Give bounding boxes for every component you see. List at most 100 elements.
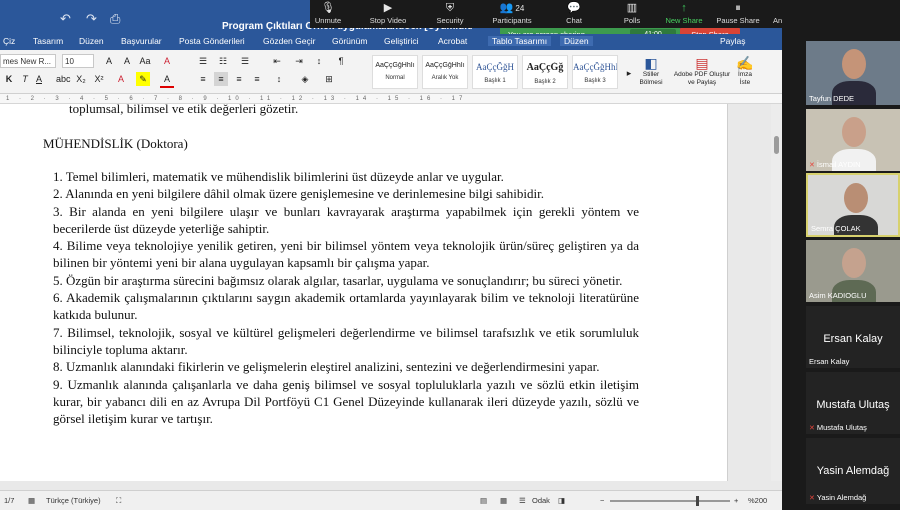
participant-name-label: Ersan Kalay bbox=[809, 357, 850, 366]
highlight-icon[interactable]: ✎ bbox=[136, 72, 150, 86]
font-size-select[interactable]: 10 bbox=[62, 54, 94, 68]
font-name-select[interactable]: mes New R... bbox=[0, 54, 56, 68]
annotate-button[interactable]: ✎Annotate bbox=[758, 0, 782, 28]
align-center-icon[interactable]: ≡ bbox=[214, 72, 228, 86]
decrease-indent-icon[interactable]: ⇤ bbox=[270, 54, 284, 68]
print-icon[interactable]: ⎙ bbox=[110, 11, 120, 27]
vertical-scrollbar[interactable] bbox=[771, 104, 782, 481]
outcome-item: 6. Akademik çalışmalarının çıktılarını s… bbox=[53, 290, 639, 323]
undo-icon[interactable]: ↶ bbox=[60, 11, 71, 27]
person-head bbox=[842, 117, 866, 147]
styles-more-icon[interactable]: ▸ bbox=[622, 66, 636, 80]
chat-button[interactable]: 💬 Chat bbox=[544, 0, 604, 28]
participant-tile[interactable]: Yasin Alemdağ ✕ Yasin Alemdağ bbox=[806, 438, 900, 504]
zoom-in-icon[interactable]: + bbox=[734, 496, 738, 505]
ruler-marks: 1 · 2 · 3 · 4 · 5 · 6 · 7 · 8 · 9 · 10 ·… bbox=[6, 96, 467, 102]
show-marks-icon[interactable]: ¶ bbox=[334, 54, 348, 68]
menu-tab-6[interactable]: Gözden Geçir bbox=[263, 36, 315, 46]
share-menu-button[interactable]: Paylaş bbox=[720, 36, 746, 46]
font-color-icon[interactable]: A bbox=[160, 72, 174, 88]
participant-tile[interactable]: Semra ÇOLAK bbox=[806, 173, 900, 237]
participant-tile[interactable]: ✕ İsmail AYDIN bbox=[806, 109, 900, 171]
zoom-level[interactable]: %200 bbox=[748, 496, 767, 505]
participant-tile[interactable]: Asim KADIOGLU bbox=[806, 240, 900, 302]
bold-icon[interactable]: K bbox=[2, 72, 16, 86]
justify-icon[interactable]: ≡ bbox=[250, 72, 264, 86]
style-heading-3[interactable]: AaÇçĞğHhI Başlık 3 bbox=[572, 55, 618, 89]
participants-button[interactable]: 👥 24 Participants bbox=[482, 0, 542, 28]
styles-pane-button[interactable]: ◧ Stiller Bölmesi bbox=[636, 55, 666, 87]
redo-icon[interactable]: ↷ bbox=[86, 11, 97, 27]
menu-tab-3[interactable]: Düzen bbox=[79, 36, 104, 46]
language-indicator[interactable]: Türkçe (Türkiye) bbox=[46, 496, 101, 505]
sort-icon[interactable]: ↕ bbox=[312, 54, 326, 68]
grow-font-icon[interactable]: A bbox=[102, 54, 116, 68]
read-mode-icon[interactable]: ▤ bbox=[480, 496, 487, 505]
menu-tab-2[interactable]: Tasarım bbox=[33, 36, 63, 46]
style-heading-2[interactable]: AaÇçĞğ Başlık 2 bbox=[522, 55, 568, 89]
new-share-button[interactable]: ↑ New Share bbox=[654, 0, 714, 28]
menu-tab-11[interactable]: Düzen bbox=[560, 36, 593, 46]
scrollbar-thumb[interactable] bbox=[774, 136, 779, 154]
stop-video-button[interactable]: ▶ Stop Video bbox=[358, 0, 418, 28]
style-name: Normal bbox=[385, 75, 405, 81]
style-heading-1[interactable]: AaÇçĞğH Başlık 1 bbox=[472, 55, 518, 89]
document-page[interactable]: toplumsal, bilimsel ve etik değerleri gö… bbox=[0, 104, 728, 481]
superscript-icon[interactable]: X² bbox=[92, 72, 106, 86]
menu-tab-4[interactable]: Başvurular bbox=[121, 36, 162, 46]
participant-name-label: İsmail AYDIN bbox=[816, 160, 861, 169]
proofing-icon[interactable]: ▦ bbox=[28, 496, 35, 505]
style-name: Başlık 2 bbox=[534, 79, 556, 85]
italic-icon[interactable]: T bbox=[18, 72, 32, 86]
participant-name-large: Ersan Kalay bbox=[823, 333, 883, 345]
accessibility-icon[interactable]: ⛶ bbox=[116, 496, 121, 506]
adobe-pdf-button[interactable]: ▤ Adobe PDF Oluştur ve Paylaş bbox=[672, 55, 732, 87]
web-layout-icon[interactable]: ◨ bbox=[558, 496, 565, 505]
align-right-icon[interactable]: ≡ bbox=[232, 72, 246, 86]
menu-tab-9[interactable]: Acrobat bbox=[438, 36, 467, 46]
increase-indent-icon[interactable]: ⇥ bbox=[292, 54, 306, 68]
unmute-button[interactable]: 🎙 Unmute bbox=[298, 0, 358, 28]
menu-tab-10[interactable]: Tablo Tasarımı bbox=[488, 36, 552, 46]
subscript-icon[interactable]: X₂ bbox=[74, 72, 88, 86]
page-count[interactable]: 1/7 bbox=[4, 496, 14, 505]
text-effects-icon[interactable]: A bbox=[114, 72, 128, 86]
line-spacing-icon[interactable]: ↕ bbox=[272, 72, 286, 86]
polls-button[interactable]: ▥ Polls bbox=[602, 0, 662, 28]
menu-tab-1[interactable]: Çiz bbox=[3, 36, 15, 46]
focus-mode-label[interactable]: Odak bbox=[532, 496, 550, 505]
style-normal[interactable]: AaÇçĞğHhIı Normal bbox=[372, 55, 418, 89]
request-signature-button[interactable]: ✍ İmza İste bbox=[734, 55, 756, 87]
menu-tab-7[interactable]: Görünüm bbox=[332, 36, 367, 46]
horizontal-ruler[interactable]: 1 · 2 · 3 · 4 · 5 · 6 · 7 · 8 · 9 · 10 ·… bbox=[0, 94, 782, 104]
focus-icon[interactable]: ☰ bbox=[519, 496, 526, 505]
menu-tab-5[interactable]: Posta Gönderileri bbox=[179, 36, 245, 46]
participant-tile[interactable]: Tayfun DEDE bbox=[806, 41, 900, 105]
zoom-slider[interactable] bbox=[610, 500, 730, 502]
zoom-out-icon[interactable]: − bbox=[600, 496, 604, 505]
style-name: Aralık Yok bbox=[431, 75, 459, 81]
borders-icon[interactable]: ⊞ bbox=[322, 72, 336, 86]
toolbar-label: Security bbox=[436, 16, 464, 25]
previous-line-fragment: toplumsal, bilimsel ve etik değerleri gö… bbox=[69, 104, 299, 116]
print-layout-icon[interactable]: ▦ bbox=[500, 496, 507, 505]
menu-tab-8[interactable]: Geliştirici bbox=[384, 36, 418, 46]
security-button[interactable]: ⛨ Security bbox=[420, 0, 480, 28]
participant-tile[interactable]: Ersan Kalay Ersan Kalay bbox=[806, 306, 900, 368]
strikethrough-icon[interactable]: abc bbox=[56, 72, 71, 86]
shrink-font-icon[interactable]: A bbox=[120, 54, 134, 68]
change-case-icon[interactable]: Aa bbox=[138, 54, 152, 68]
participant-name-label: Yasin Alemdağ bbox=[816, 493, 867, 502]
shading-icon[interactable]: ◈ bbox=[298, 72, 312, 86]
zoom-slider-handle[interactable] bbox=[696, 496, 699, 506]
underline-icon[interactable]: A bbox=[32, 72, 46, 86]
bullets-icon[interactable]: ☰ bbox=[196, 54, 210, 68]
participant-tile[interactable]: Mustafa Ulutaş ✕ Mustafa Ulutaş bbox=[806, 372, 900, 434]
participant-name-label: Tayfun DEDE bbox=[809, 94, 855, 103]
styles-pane-label: Stiller Bölmesi bbox=[639, 71, 663, 86]
clear-format-icon[interactable]: A bbox=[160, 54, 174, 68]
style-no-spacing[interactable]: AaÇçĞğHhIı Aralık Yok bbox=[422, 55, 468, 89]
numbering-icon[interactable]: ☷ bbox=[216, 54, 230, 68]
multilevel-list-icon[interactable]: ☰ bbox=[238, 54, 252, 68]
align-left-icon[interactable]: ≡ bbox=[196, 72, 210, 86]
